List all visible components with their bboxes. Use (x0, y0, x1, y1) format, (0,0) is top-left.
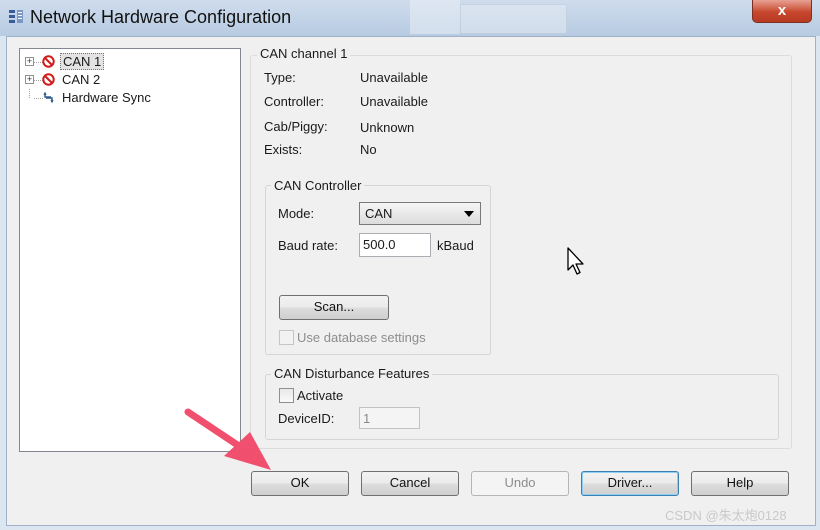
baud-rate-input[interactable]: 500.0 (359, 233, 431, 257)
chevron-down-icon[interactable] (464, 211, 474, 217)
dialog-client-area: + CAN 1 + CAN 2 Hardware Sync CAN channe… (6, 36, 816, 526)
mode-label: Mode: (278, 206, 315, 221)
exists-label: Exists: (264, 142, 303, 157)
cab-piggy-value: Unknown (360, 120, 415, 135)
type-value: Unavailable (360, 70, 428, 85)
device-id-label: DeviceID: (278, 411, 335, 426)
driver-button[interactable]: Driver... (581, 471, 679, 496)
device-id-value: 1 (363, 411, 371, 426)
can-disturbance-title: CAN Disturbance Features (271, 366, 433, 381)
window-title: Network Hardware Configuration (30, 7, 292, 27)
expand-icon[interactable]: + (25, 57, 34, 66)
can-disturbance-groupbox (265, 374, 779, 440)
no-entry-icon (42, 55, 55, 68)
tree-item-label[interactable]: CAN 2 (60, 72, 102, 87)
tree-item-can1[interactable]: + CAN 1 (20, 53, 230, 71)
channel-title: CAN channel 1 (257, 46, 351, 61)
controller-label: Controller: (264, 94, 324, 109)
watermark: CSDN @朱太炮0128 (665, 508, 787, 523)
can-controller-title: CAN Controller (271, 178, 365, 193)
background-blur (460, 4, 567, 34)
tree-item-label[interactable]: Hardware Sync (60, 90, 153, 105)
baud-rate-value: 500.0 (363, 237, 396, 252)
use-database-checkbox[interactable] (279, 330, 294, 345)
cancel-button[interactable]: Cancel (361, 471, 459, 496)
activate-label: Activate (297, 388, 344, 403)
use-database-label: Use database settings (297, 330, 426, 345)
tree-item-can2[interactable]: + CAN 2 (20, 71, 230, 89)
annotation-arrow-icon (184, 408, 271, 470)
tree-item-hardware-sync[interactable]: Hardware Sync (20, 89, 230, 107)
help-button[interactable]: Help (691, 471, 789, 496)
controller-value: Unavailable (360, 94, 428, 109)
scan-button[interactable]: Scan... (279, 295, 389, 320)
baud-unit-label: kBaud (437, 238, 474, 253)
title-bar[interactable]: Network Hardware Configuration x (0, 0, 820, 36)
exists-value: No (360, 142, 377, 157)
mode-select-value: CAN (365, 206, 393, 221)
mode-select[interactable]: CAN (359, 202, 481, 225)
tree-connector (29, 89, 30, 98)
no-entry-icon (42, 73, 55, 86)
sync-icon (43, 91, 54, 104)
cab-piggy-label: Cab/Piggy: (264, 119, 328, 134)
undo-button[interactable]: Undo (471, 471, 569, 496)
device-id-input[interactable]: 1 (359, 407, 420, 429)
type-label: Type: (264, 70, 296, 85)
dialog-window: Network Hardware Configuration x + CAN 1… (0, 0, 820, 530)
baud-rate-label: Baud rate: (278, 238, 338, 253)
close-button[interactable]: x (752, 0, 812, 23)
tree-item-label[interactable]: CAN 1 (60, 53, 105, 70)
background-blur (410, 0, 460, 34)
expand-icon[interactable]: + (25, 75, 34, 84)
mouse-cursor-icon (567, 247, 584, 275)
network-hardware-icon (9, 10, 23, 23)
